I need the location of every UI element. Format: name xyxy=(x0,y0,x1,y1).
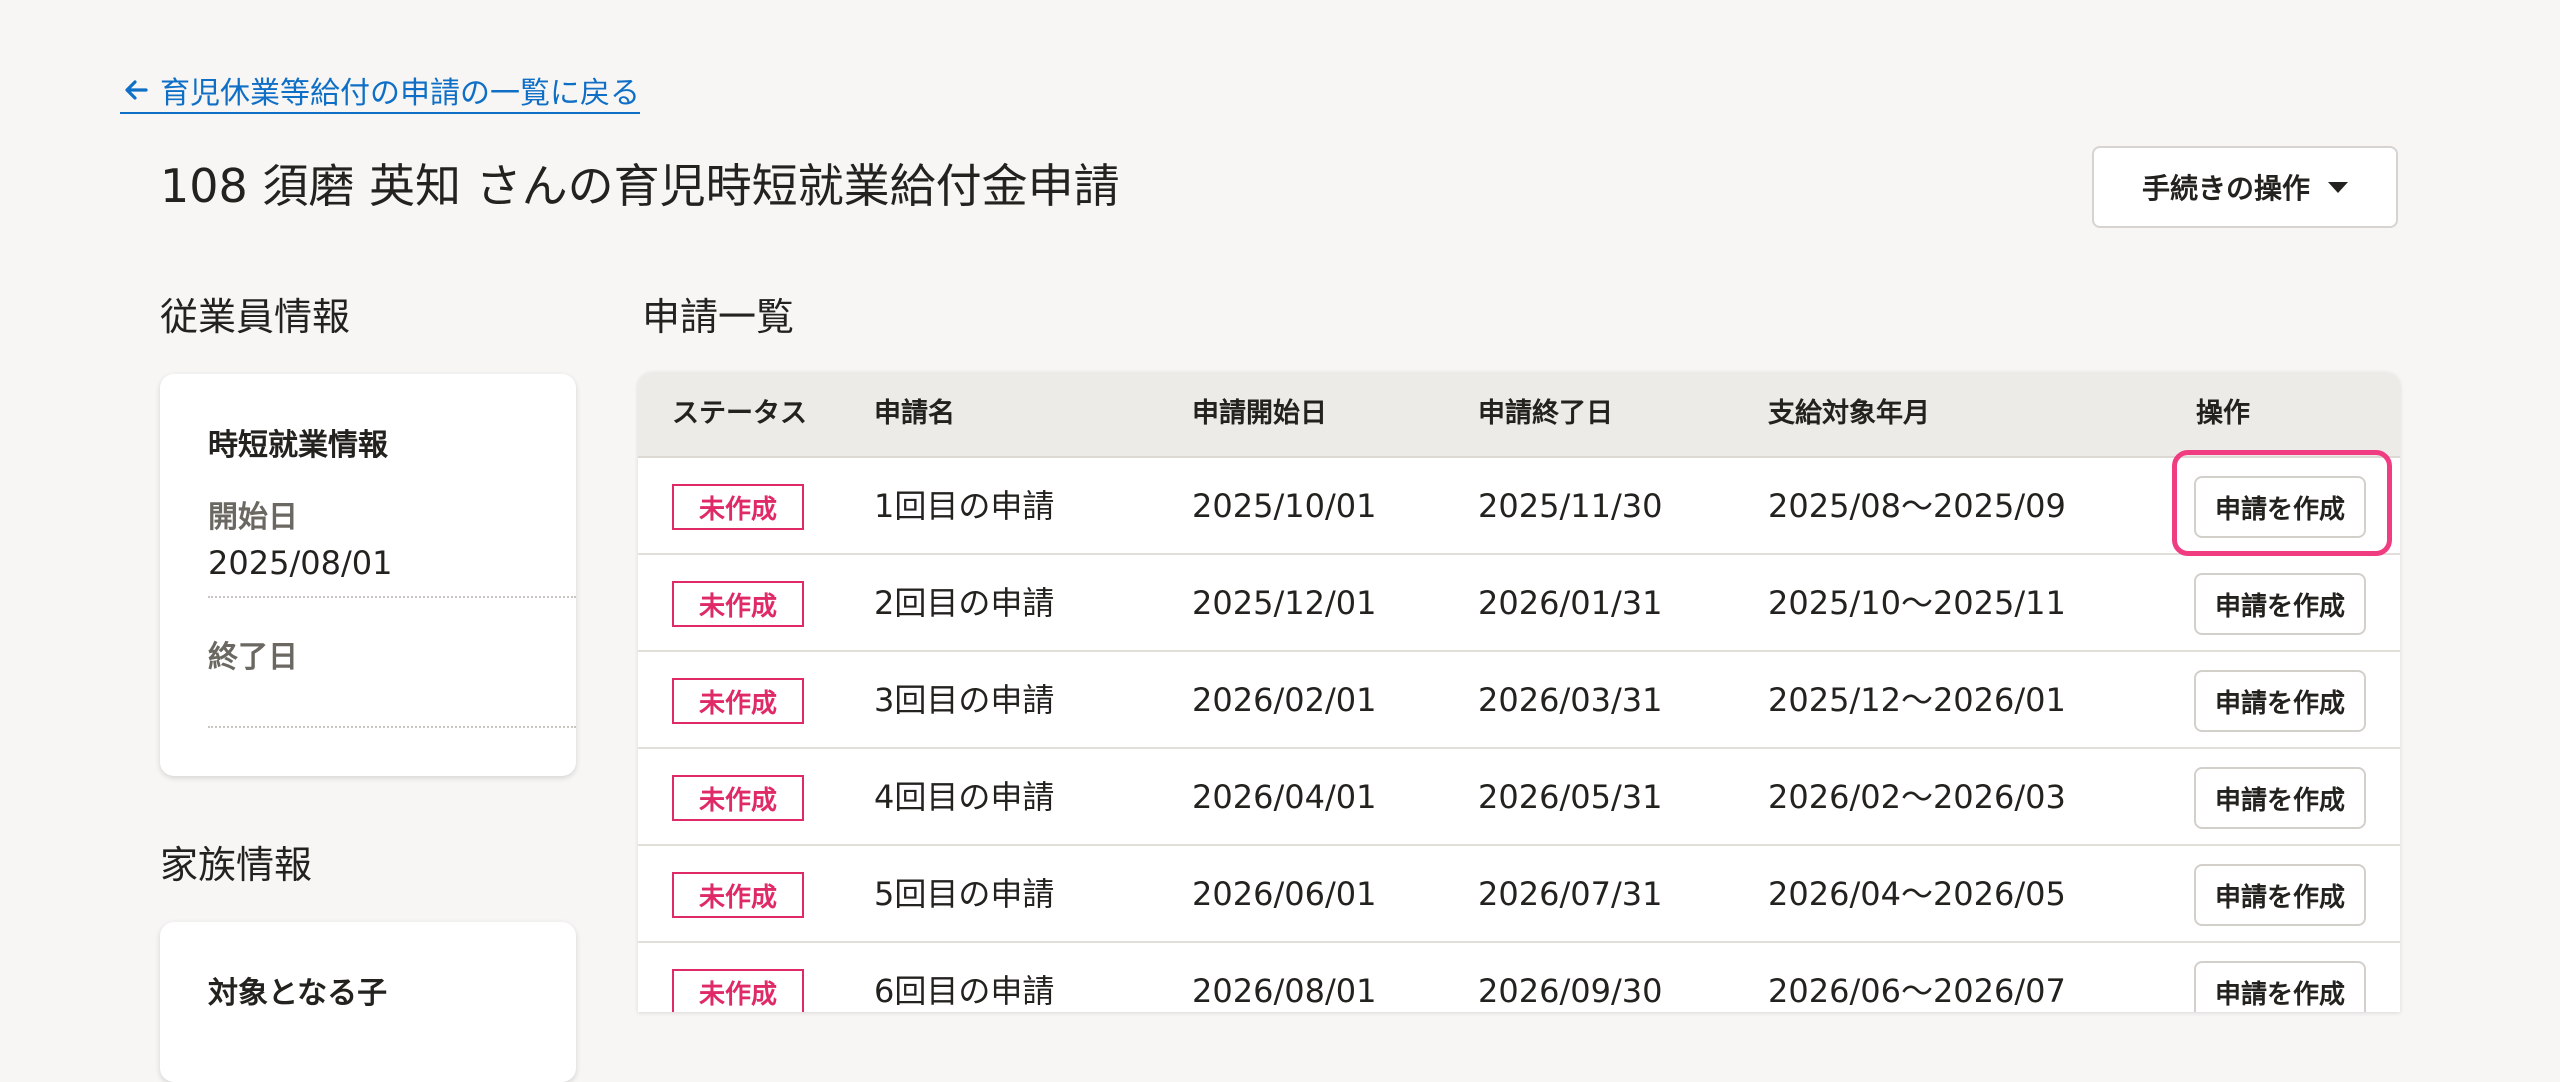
short-time-work-heading: 時短就業情報 xyxy=(208,428,388,463)
divider xyxy=(208,726,576,728)
target-child-heading: 対象となる子 xyxy=(208,976,388,1011)
application-start-date: 2026/02/01 xyxy=(1192,681,1377,719)
status-badge: 未作成 xyxy=(672,775,804,821)
family-info-title: 家族情報 xyxy=(160,843,313,887)
column-header-actions: 操作 xyxy=(2196,398,2250,429)
status-badge: 未作成 xyxy=(672,872,804,918)
end-date-label: 終了日 xyxy=(208,640,298,675)
employee-info-title: 従業員情報 xyxy=(160,295,351,339)
status-badge: 未作成 xyxy=(672,678,804,724)
application-start-date: 2026/08/01 xyxy=(1192,972,1377,1010)
start-date-value: 2025/08/01 xyxy=(208,544,393,582)
payment-period: 2026/02〜2026/03 xyxy=(1768,778,2066,816)
application-name: 6回目の申請 xyxy=(874,972,1055,1010)
applications-table: ステータス 申請名 申請開始日 申請終了日 支給対象年月 操作 未作成 1回目の… xyxy=(638,372,2400,1012)
create-application-button[interactable]: 申請を作成 xyxy=(2194,767,2366,829)
payment-period: 2025/08〜2025/09 xyxy=(1768,487,2066,525)
status-badge: 未作成 xyxy=(672,969,804,1012)
create-application-button[interactable]: 申請を作成 xyxy=(2194,573,2366,635)
column-header-name: 申請名 xyxy=(874,398,955,429)
employee-info-card: 時短就業情報 開始日 2025/08/01 終了日 xyxy=(160,374,576,776)
table-row: 未作成 1回目の申請 2025/10/01 2025/11/30 2025/08… xyxy=(638,458,2400,555)
application-name: 3回目の申請 xyxy=(874,681,1055,719)
application-start-date: 2026/06/01 xyxy=(1192,875,1377,913)
status-badge: 未作成 xyxy=(672,581,804,627)
application-end-date: 2026/09/30 xyxy=(1478,972,1663,1010)
application-name: 2回目の申請 xyxy=(874,584,1055,622)
table-row: 未作成 4回目の申請 2026/04/01 2026/05/31 2026/02… xyxy=(638,749,2400,846)
application-start-date: 2025/12/01 xyxy=(1192,584,1377,622)
application-end-date: 2026/01/31 xyxy=(1478,584,1663,622)
table-row: 未作成 2回目の申請 2025/12/01 2026/01/31 2025/10… xyxy=(638,555,2400,652)
back-to-list-link[interactable]: 育児休業等給付の申請の一覧に戻る xyxy=(120,70,640,114)
family-info-card: 対象となる子 xyxy=(160,922,576,1082)
applications-title: 申請一覧 xyxy=(642,295,795,339)
column-header-payment-period: 支給対象年月 xyxy=(1768,398,1930,429)
divider xyxy=(208,596,576,598)
application-end-date: 2026/05/31 xyxy=(1478,778,1663,816)
table-header: ステータス 申請名 申請開始日 申請終了日 支給対象年月 操作 xyxy=(638,372,2400,458)
create-application-button[interactable]: 申請を作成 xyxy=(2194,961,2366,1012)
application-start-date: 2025/10/01 xyxy=(1192,487,1377,525)
arrow-left-icon xyxy=(120,74,152,106)
back-link-label: 育児休業等給付の申請の一覧に戻る xyxy=(160,76,640,111)
table-row: 未作成 3回目の申請 2026/02/01 2026/03/31 2025/12… xyxy=(638,652,2400,749)
application-end-date: 2026/03/31 xyxy=(1478,681,1663,719)
payment-period: 2026/06〜2026/07 xyxy=(1768,972,2066,1010)
create-application-button[interactable]: 申請を作成 xyxy=(2194,476,2366,538)
procedure-actions-label: 手続きの操作 xyxy=(2141,172,2310,205)
application-end-date: 2026/07/31 xyxy=(1478,875,1663,913)
page-title: 108 須磨 英知 さんの育児時短就業給付金申請 xyxy=(160,159,1120,213)
application-name: 4回目の申請 xyxy=(874,778,1055,816)
start-date-label: 開始日 xyxy=(208,500,298,535)
column-header-end-date: 申請終了日 xyxy=(1478,398,1613,429)
payment-period: 2025/12〜2026/01 xyxy=(1768,681,2066,719)
application-name: 5回目の申請 xyxy=(874,875,1055,913)
payment-period: 2025/10〜2025/11 xyxy=(1768,584,2066,622)
table-row: 未作成 5回目の申請 2026/06/01 2026/07/31 2026/04… xyxy=(638,846,2400,943)
application-end-date: 2025/11/30 xyxy=(1478,487,1663,525)
column-header-status: ステータス xyxy=(672,398,807,429)
column-header-start-date: 申請開始日 xyxy=(1192,398,1327,429)
create-application-button[interactable]: 申請を作成 xyxy=(2194,864,2366,926)
payment-period: 2026/04〜2026/05 xyxy=(1768,875,2066,913)
procedure-actions-button[interactable]: 手続きの操作 xyxy=(2092,146,2398,228)
caret-down-icon xyxy=(2328,181,2348,193)
application-start-date: 2026/04/01 xyxy=(1192,778,1377,816)
application-name: 1回目の申請 xyxy=(874,487,1055,525)
status-badge: 未作成 xyxy=(672,484,804,530)
table-row: 未作成 6回目の申請 2026/08/01 2026/09/30 2026/06… xyxy=(638,943,2400,1012)
create-application-button[interactable]: 申請を作成 xyxy=(2194,670,2366,732)
